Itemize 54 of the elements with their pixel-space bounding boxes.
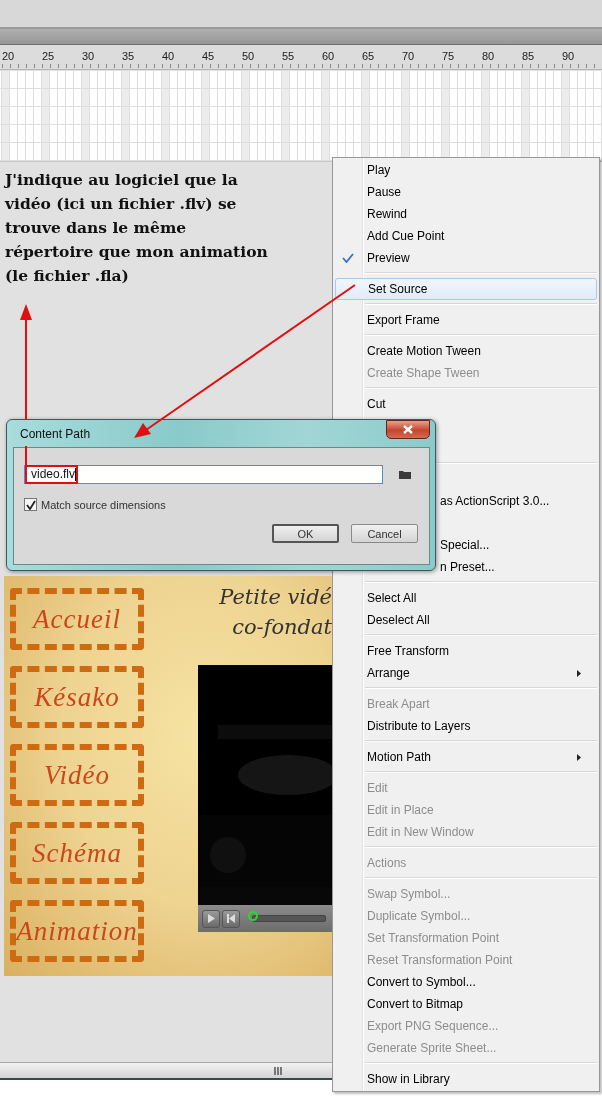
menu-item[interactable]: Show in Library [333, 1068, 599, 1090]
checkbox-label: Match source dimensions [41, 498, 166, 511]
menu-item[interactable]: Select All [333, 587, 599, 609]
scroll-grip-icon [274, 1066, 282, 1075]
frame-number: 65 [360, 49, 376, 63]
rewind-button[interactable] [222, 909, 240, 928]
dialog-button[interactable]: Cancel [351, 524, 418, 543]
frame-number: 30 [80, 49, 96, 63]
play-icon [207, 914, 215, 923]
menu-item[interactable]: Motion Path [333, 746, 599, 768]
frame-number: 25 [40, 49, 56, 63]
text-cursor [75, 468, 77, 481]
title-text: co-fondat [231, 614, 332, 641]
frame-number: 60 [320, 49, 336, 63]
close-button[interactable] [386, 420, 430, 439]
menu-item[interactable]: Preview [333, 247, 599, 269]
menu-item[interactable]: Free Transform [333, 640, 599, 662]
frame-number: 75 [440, 49, 456, 63]
path-field[interactable]: video.flv [24, 465, 383, 484]
highlighted-value: video.flv [25, 465, 79, 484]
menu-item[interactable]: Deselect All [333, 609, 599, 631]
folder-icon [399, 470, 411, 479]
menu-item[interactable]: Distribute to Layers [333, 715, 599, 737]
frame-number: 35 [120, 49, 136, 63]
frame-number: 55 [280, 49, 296, 63]
horizontal-scrollbar[interactable] [0, 1062, 332, 1080]
menu-item[interactable]: Convert to Bitmap [333, 993, 599, 1015]
menu-item[interactable]: Create Motion Tween [333, 340, 599, 362]
frame-number: 40 [160, 49, 176, 63]
menu-item[interactable]: Pause [333, 181, 599, 203]
dialog-button[interactable]: OK [272, 524, 339, 543]
frame-number: 70 [400, 49, 416, 63]
frame-number: 45 [200, 49, 216, 63]
seek-handle[interactable] [248, 911, 258, 921]
frame-number: 80 [480, 49, 496, 63]
menu-item[interactable]: Rewind [333, 203, 599, 225]
menu-item[interactable]: Add Cue Point [333, 225, 599, 247]
dialog-title: Content Path [20, 426, 91, 441]
title-text: Petite vidé [218, 584, 332, 611]
menu-item[interactable]: Convert to Symbol... [333, 971, 599, 993]
play-button[interactable] [202, 909, 220, 928]
annotation-text: J'indique au logiciel que la vidéo (ici un fichier .flv) se trouve dans le même répertoire que mon animation (le fichier .fla) [5, 169, 269, 287]
frame-number: 90 [560, 49, 576, 63]
menu-item[interactable]: Cut [333, 393, 599, 415]
menu-item[interactable]: Export Frame [333, 309, 599, 331]
menu-item[interactable]: Set Source [335, 278, 597, 300]
skip-back-icon [227, 914, 235, 923]
checkbox[interactable] [24, 498, 37, 511]
frame-number: 85 [520, 49, 536, 63]
frame-number: 20 [0, 49, 16, 63]
menu-item[interactable]: Play [333, 159, 599, 181]
frame-number: 50 [240, 49, 256, 63]
close-icon [403, 425, 413, 434]
menu-item[interactable]: Arrange [333, 662, 599, 684]
